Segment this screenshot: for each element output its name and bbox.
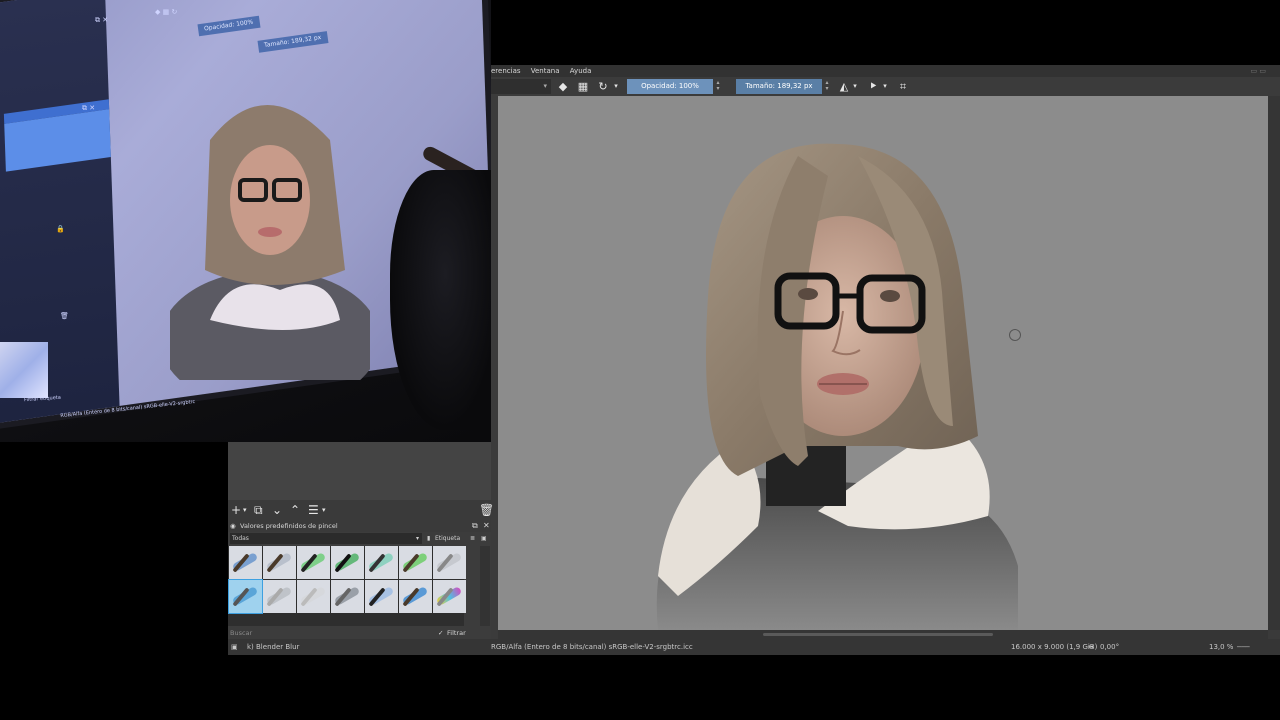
docker-title-bar: ◉ Valores predefinidos de pincel ⧉ ✕ — [228, 520, 491, 532]
rotation-icon: ↔ — [1088, 643, 1094, 651]
duplicate-icon[interactable]: ⧉ — [254, 500, 263, 520]
tag-filter-select[interactable]: Todas ▾ — [230, 533, 422, 544]
preset-thumb[interactable] — [297, 546, 330, 579]
filter-row: Todas ▾ ▮ Etiqueta ≣ ▣ — [228, 533, 491, 545]
eraser-icon: ◆ ▦ ↻ — [155, 8, 178, 16]
current-preset-name: k) Blender Blur — [247, 643, 300, 651]
float-icon: ⧉ ✕ — [82, 104, 96, 112]
chevron-down-icon[interactable]: ⌄ — [272, 500, 282, 520]
size-spin[interactable]: ▴ ▾ — [823, 80, 831, 92]
tag-icon: ▮ — [427, 535, 431, 542]
preset-thumb[interactable] — [229, 546, 262, 579]
close-icon[interactable]: ✕ — [483, 520, 490, 532]
preset-scrollbar[interactable] — [480, 546, 490, 626]
docker-empty-area — [228, 442, 491, 500]
webcam-brush-thumbs — [0, 342, 48, 398]
brush-presets-docker: + ▾ ⧉ ⌄ ⌃ ☰ ▾ 🗑 ◉ Valores predefinidos d… — [228, 442, 494, 655]
menubar: erencias Ventana Ayuda ▭ ▭ — [491, 65, 1280, 77]
preset-thumb[interactable] — [331, 580, 364, 613]
size-label: Tamaño: 189,32 px — [745, 82, 813, 90]
chevron-down-icon[interactable]: ▾ — [881, 79, 889, 94]
view-mode-icon[interactable]: ▣ — [481, 533, 487, 545]
rotation-value: 0,00° — [1100, 643, 1120, 651]
search-input[interactable]: Buscar — [230, 627, 252, 639]
lock-icon: 🔒 — [56, 225, 65, 233]
chevron-down-icon: ▾ — [543, 82, 547, 90]
chevron-down-icon[interactable]: ▾ — [322, 500, 326, 520]
opacity-slider[interactable]: Opacidad: 100% — [627, 79, 713, 94]
opacity-label: Opacidad: 100% — [641, 82, 699, 90]
drawing-canvas[interactable] — [498, 96, 1268, 630]
float-icon: ⧉ ✕ — [95, 16, 109, 24]
brush-cursor — [1009, 329, 1021, 341]
color-space-info: RGB/Alfa (Entero de 8 bits/canal) sRGB-e… — [491, 643, 693, 651]
preset-thumb[interactable] — [433, 546, 466, 579]
zoom-level[interactable]: 13,0 % — [1209, 639, 1233, 655]
add-icon[interactable]: + — [231, 500, 241, 520]
preset-thumb[interactable] — [297, 580, 330, 613]
float-icon[interactable]: ⧉ — [472, 520, 478, 532]
zoom-slider[interactable]: ━━━ — [1237, 639, 1250, 655]
vertical-scrollbar[interactable] — [1268, 96, 1280, 630]
webcam-overlay: Opacidad: 100% Tamaño: 189,32 px ⧉ ✕ ◆ ▦… — [0, 0, 491, 442]
preset-thumb[interactable] — [399, 580, 432, 613]
chevron-down-icon[interactable]: ▾ — [851, 79, 859, 94]
preset-icon: ▣ — [231, 643, 238, 651]
crop-icon[interactable]: ⌗ — [895, 79, 911, 94]
chevron-up-icon[interactable]: ⌃ — [290, 500, 300, 520]
horizontal-scrollbar[interactable] — [498, 630, 1268, 639]
filter-tag-checkbox[interactable]: ✓ — [438, 627, 443, 639]
chevron-down-icon: ▾ — [415, 535, 419, 542]
scroll-thumb[interactable] — [763, 633, 993, 636]
preserve-alpha-icon[interactable]: ▦ — [575, 79, 591, 94]
eraser-icon[interactable]: ◆ — [555, 79, 571, 94]
reload-preset-icon[interactable]: ↻ — [595, 79, 611, 94]
preset-grid — [228, 546, 466, 626]
search-row: Buscar ✓ Filtrar etiqueta — [228, 627, 491, 649]
hand — [390, 170, 491, 430]
image-dimensions: 16.000 x 9.000 (1,9 GiB) — [1011, 643, 1098, 651]
chevron-down-icon[interactable]: ▾ — [611, 79, 621, 94]
docker-icon: ◉ — [230, 522, 236, 530]
trash-icon[interactable]: 🗑 — [479, 500, 494, 520]
preset-thumb[interactable] — [263, 580, 296, 613]
preset-thumb[interactable] — [331, 546, 364, 579]
preset-thumb[interactable] — [365, 546, 398, 579]
current-preset-status: ▣ k) Blender Blur — [228, 639, 491, 655]
preset-thumb[interactable] — [399, 546, 432, 579]
trash-icon: 🗑 — [60, 312, 69, 320]
window-controls[interactable]: ▭ ▭ — [1251, 65, 1266, 77]
krita-window: erencias Ventana Ayuda ▭ ▭ ▾ ◆ ▦ ↻ ▾ Opa… — [491, 65, 1280, 655]
preset-thumb[interactable] — [433, 580, 466, 613]
preset-thumb[interactable] — [365, 580, 398, 613]
chevron-down-icon[interactable]: ▾ — [243, 500, 247, 520]
docker-toolbar: + ▾ ⧉ ⌄ ⌃ ☰ ▾ 🗑 — [228, 500, 494, 520]
preset-thumb-selected[interactable] — [228, 579, 263, 614]
webcam-portrait — [170, 105, 370, 380]
mirror-horizontal-icon[interactable]: ◭ — [836, 79, 852, 94]
status-bar: RGB/Alfa (Entero de 8 bits/canal) sRGB-e… — [491, 639, 1280, 655]
portrait-artwork — [656, 143, 1018, 630]
left-gutter — [491, 96, 498, 639]
blend-mode-select[interactable]: ▾ — [491, 79, 551, 94]
tag-filter-value: Todas — [232, 535, 249, 542]
tool-options-bar: ▾ ◆ ▦ ↻ ▾ Opacidad: 100% ▴ ▾ Tamaño: 189,… — [491, 77, 1280, 96]
opacity-spin[interactable]: ▴ ▾ — [714, 80, 722, 92]
menu-preferencias[interactable]: erencias — [491, 67, 521, 75]
mirror-vertical-icon[interactable]: ⯈ — [865, 79, 881, 94]
docker-title: Valores predefinidos de pincel — [240, 522, 338, 530]
preset-thumb[interactable] — [263, 546, 296, 579]
size-slider[interactable]: Tamaño: 189,32 px — [736, 79, 822, 94]
menu-icon[interactable]: ☰ — [308, 500, 319, 520]
menu-ayuda[interactable]: Ayuda — [570, 67, 592, 75]
list-view-icon[interactable]: ≣ — [470, 533, 475, 545]
tag-label[interactable]: Etiqueta — [435, 533, 460, 545]
menu-ventana[interactable]: Ventana — [531, 67, 560, 75]
